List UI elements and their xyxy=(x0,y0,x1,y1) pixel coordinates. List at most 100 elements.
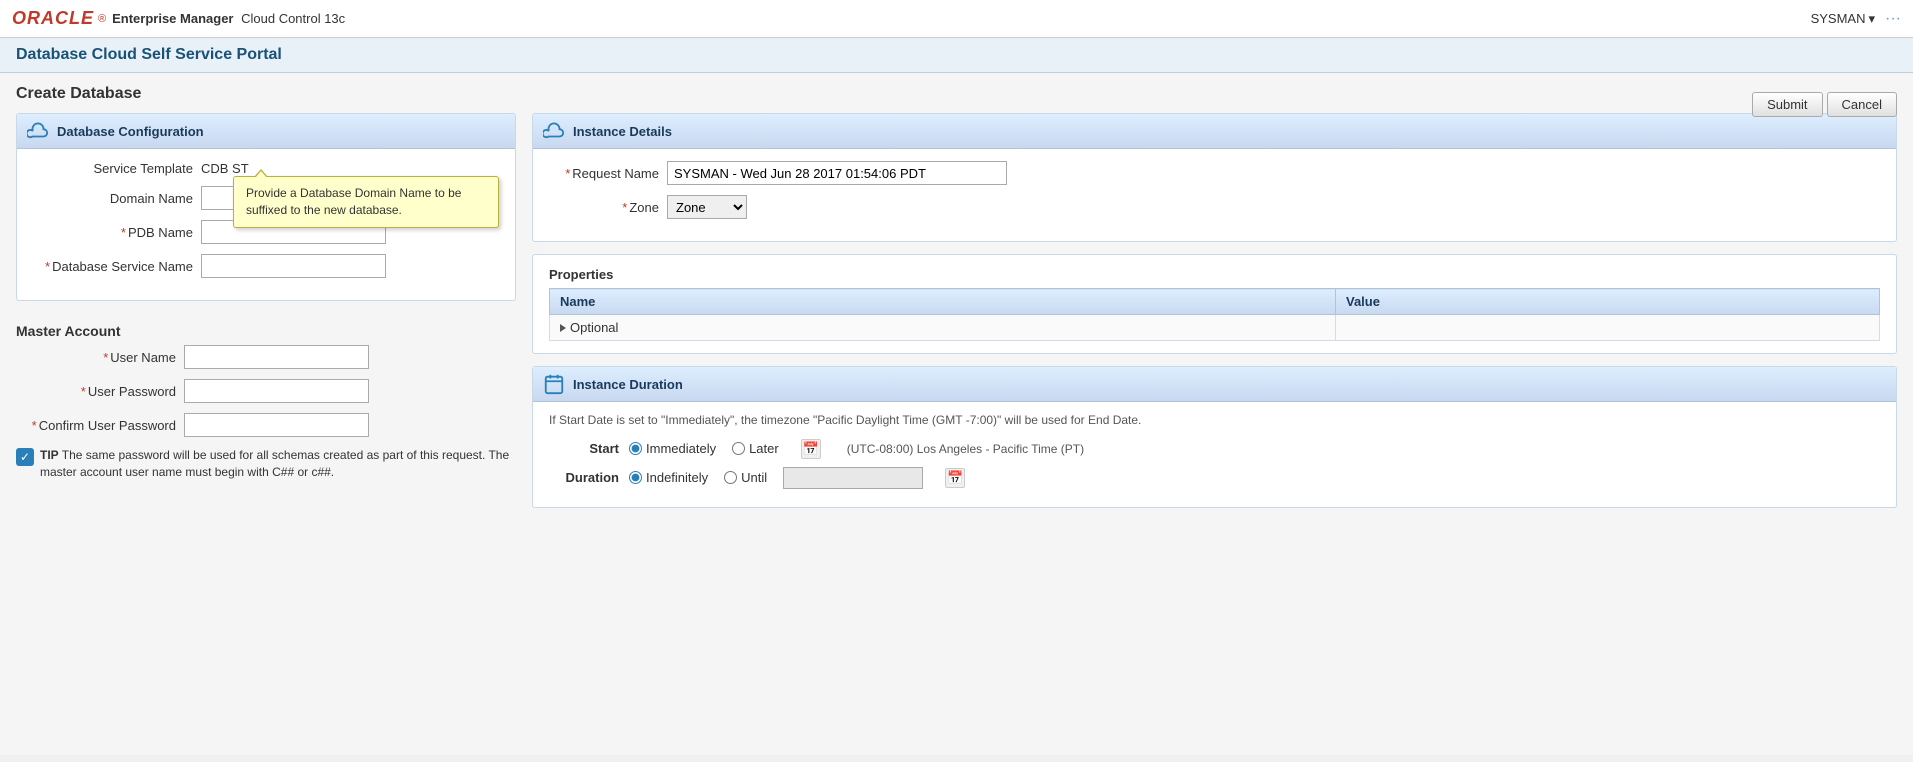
tip-message: The same password will be used for all s… xyxy=(40,448,509,479)
indefinitely-radio[interactable] xyxy=(629,471,642,484)
until-radio[interactable] xyxy=(724,471,737,484)
oracle-logo: ORACLE ® xyxy=(12,8,106,29)
pdb-required-star: * xyxy=(121,225,126,240)
confirm-required-star: * xyxy=(32,418,37,433)
instance-duration-section: Instance Duration If Start Date is set t… xyxy=(532,366,1897,508)
em-product-label: Enterprise Manager Cloud Control 13c xyxy=(112,11,345,26)
properties-body: Properties Name Value xyxy=(533,255,1896,353)
zone-select[interactable]: Zone xyxy=(667,195,747,219)
instance-cloud-icon xyxy=(543,120,565,142)
table-header-row: Name Value xyxy=(550,289,1880,315)
submit-button[interactable]: Submit xyxy=(1752,92,1822,117)
properties-section: Properties Name Value xyxy=(532,254,1897,354)
user-name-required-star: * xyxy=(103,350,108,365)
portal-header: Database Cloud Self Service Portal xyxy=(0,38,1913,73)
user-name-input[interactable] xyxy=(184,345,369,369)
db-config-title: Database Configuration xyxy=(57,124,204,139)
until-calendar-icon[interactable]: 📅 xyxy=(945,468,965,488)
expand-arrow-icon xyxy=(560,324,566,332)
until-option[interactable]: Until xyxy=(724,470,767,485)
cancel-button[interactable]: Cancel xyxy=(1827,92,1897,117)
master-account-body: *User Name *User Password xyxy=(16,345,516,481)
user-password-label: *User Password xyxy=(16,384,176,399)
more-options-icon[interactable]: ··· xyxy=(1885,10,1901,28)
duration-note: If Start Date is set to "Immediately", t… xyxy=(549,412,1880,429)
request-required-star: * xyxy=(565,166,570,181)
confirm-password-label: *Confirm User Password xyxy=(16,418,176,433)
domain-tooltip: Provide a Database Domain Name to be suf… xyxy=(233,176,499,228)
until-label: Until xyxy=(741,470,767,485)
optional-expand-button[interactable]: Optional xyxy=(560,320,1325,335)
duration-title: Instance Duration xyxy=(573,377,683,392)
later-label: Later xyxy=(749,441,779,456)
user-menu[interactable]: SYSMAN ▾ xyxy=(1811,11,1875,27)
oracle-brand-text: ORACLE xyxy=(12,8,94,29)
page-content: Create Database Submit Cancel D xyxy=(0,73,1913,755)
portal-title: Database Cloud Self Service Portal xyxy=(16,46,282,63)
db-config-header: Database Configuration xyxy=(17,114,515,149)
zone-required-star: * xyxy=(622,200,627,215)
db-service-name-input[interactable]: Service xyxy=(201,254,386,278)
master-account-section: Master Account *User Name *User xyxy=(16,313,516,481)
start-immediately-option[interactable]: Immediately xyxy=(629,441,716,456)
timezone-text: (UTC-08:00) Los Angeles - Pacific Time (… xyxy=(847,442,1084,456)
db-service-name-label: *Database Service Name xyxy=(33,259,193,274)
start-immediately-radio[interactable] xyxy=(629,442,642,455)
duration-calendar-icon xyxy=(543,373,565,395)
request-name-label: *Request Name xyxy=(549,166,659,181)
start-label: Start xyxy=(549,441,619,456)
table-row: Optional xyxy=(550,315,1880,341)
start-later-radio[interactable] xyxy=(732,442,745,455)
indefinitely-option[interactable]: Indefinitely xyxy=(629,470,708,485)
start-radio-group: Immediately Later 📅 (UTC-08:00) Los Ange… xyxy=(629,439,1084,459)
domain-name-row: Domain Name Provide a Database Domain Na… xyxy=(33,186,499,210)
page-title: Create Database xyxy=(16,85,1897,103)
col-name-header: Name xyxy=(550,289,1336,315)
tooltip-text: Provide a Database Domain Name to be suf… xyxy=(246,186,461,217)
instance-details-title: Instance Details xyxy=(573,124,672,139)
request-name-input[interactable] xyxy=(667,161,1007,185)
tip-box: TIP The same password will be used for a… xyxy=(16,447,516,481)
domain-name-label: Domain Name xyxy=(33,191,193,206)
zone-label: *Zone xyxy=(549,200,659,215)
instance-details-section: Instance Details *Request Name xyxy=(532,113,1897,242)
duration-label: Duration xyxy=(549,470,619,485)
duration-header: Instance Duration xyxy=(533,367,1896,402)
duration-row: Duration Indefinitely Until xyxy=(549,467,1880,489)
username-label: SYSMAN xyxy=(1811,11,1866,26)
tooltip-arrow-inner xyxy=(255,171,267,178)
properties-table: Name Value Opti xyxy=(549,288,1880,341)
db-config-body: Service Template CDB ST Domain Name Pr xyxy=(17,149,515,300)
instance-details-header: Instance Details xyxy=(533,114,1896,149)
user-password-row: *User Password xyxy=(16,379,516,403)
optional-name-cell: Optional xyxy=(550,315,1336,341)
until-date-input[interactable] xyxy=(783,467,923,489)
col-value-header: Value xyxy=(1336,289,1880,315)
indefinitely-label: Indefinitely xyxy=(646,470,708,485)
immediately-label: Immediately xyxy=(646,441,716,456)
service-template-value: CDB ST xyxy=(201,161,249,176)
left-panel: Database Configuration Service Template … xyxy=(16,113,516,481)
db-service-required-star: * xyxy=(45,259,50,274)
confirm-password-input[interactable] xyxy=(184,413,369,437)
duration-body: If Start Date is set to "Immediately", t… xyxy=(533,402,1896,507)
db-cloud-icon xyxy=(27,120,49,142)
tip-check-icon xyxy=(16,448,34,466)
user-dropdown-arrow[interactable]: ▾ xyxy=(1868,11,1875,27)
instance-details-body: *Request Name *Zone Zone xyxy=(533,149,1896,241)
master-account-title: Master Account xyxy=(16,313,516,345)
request-name-row: *Request Name xyxy=(549,161,1880,185)
start-later-option[interactable]: Later xyxy=(732,441,779,456)
user-password-input[interactable] xyxy=(184,379,369,403)
properties-container: Properties Name Value xyxy=(532,254,1897,354)
duration-radio-group: Indefinitely Until 📅 xyxy=(629,467,965,489)
user-name-row: *User Name xyxy=(16,345,516,369)
optional-value-cell xyxy=(1336,315,1880,341)
start-row: Start Immediately Later 📅 xyxy=(549,439,1880,459)
confirm-password-row: *Confirm User Password xyxy=(16,413,516,437)
start-calendar-icon[interactable]: 📅 xyxy=(801,439,821,459)
pdb-name-label: *PDB Name xyxy=(33,225,193,240)
app-header: ORACLE ® Enterprise Manager Cloud Contro… xyxy=(0,0,1913,38)
main-layout: Database Configuration Service Template … xyxy=(16,113,1897,508)
properties-title: Properties xyxy=(549,267,1880,282)
